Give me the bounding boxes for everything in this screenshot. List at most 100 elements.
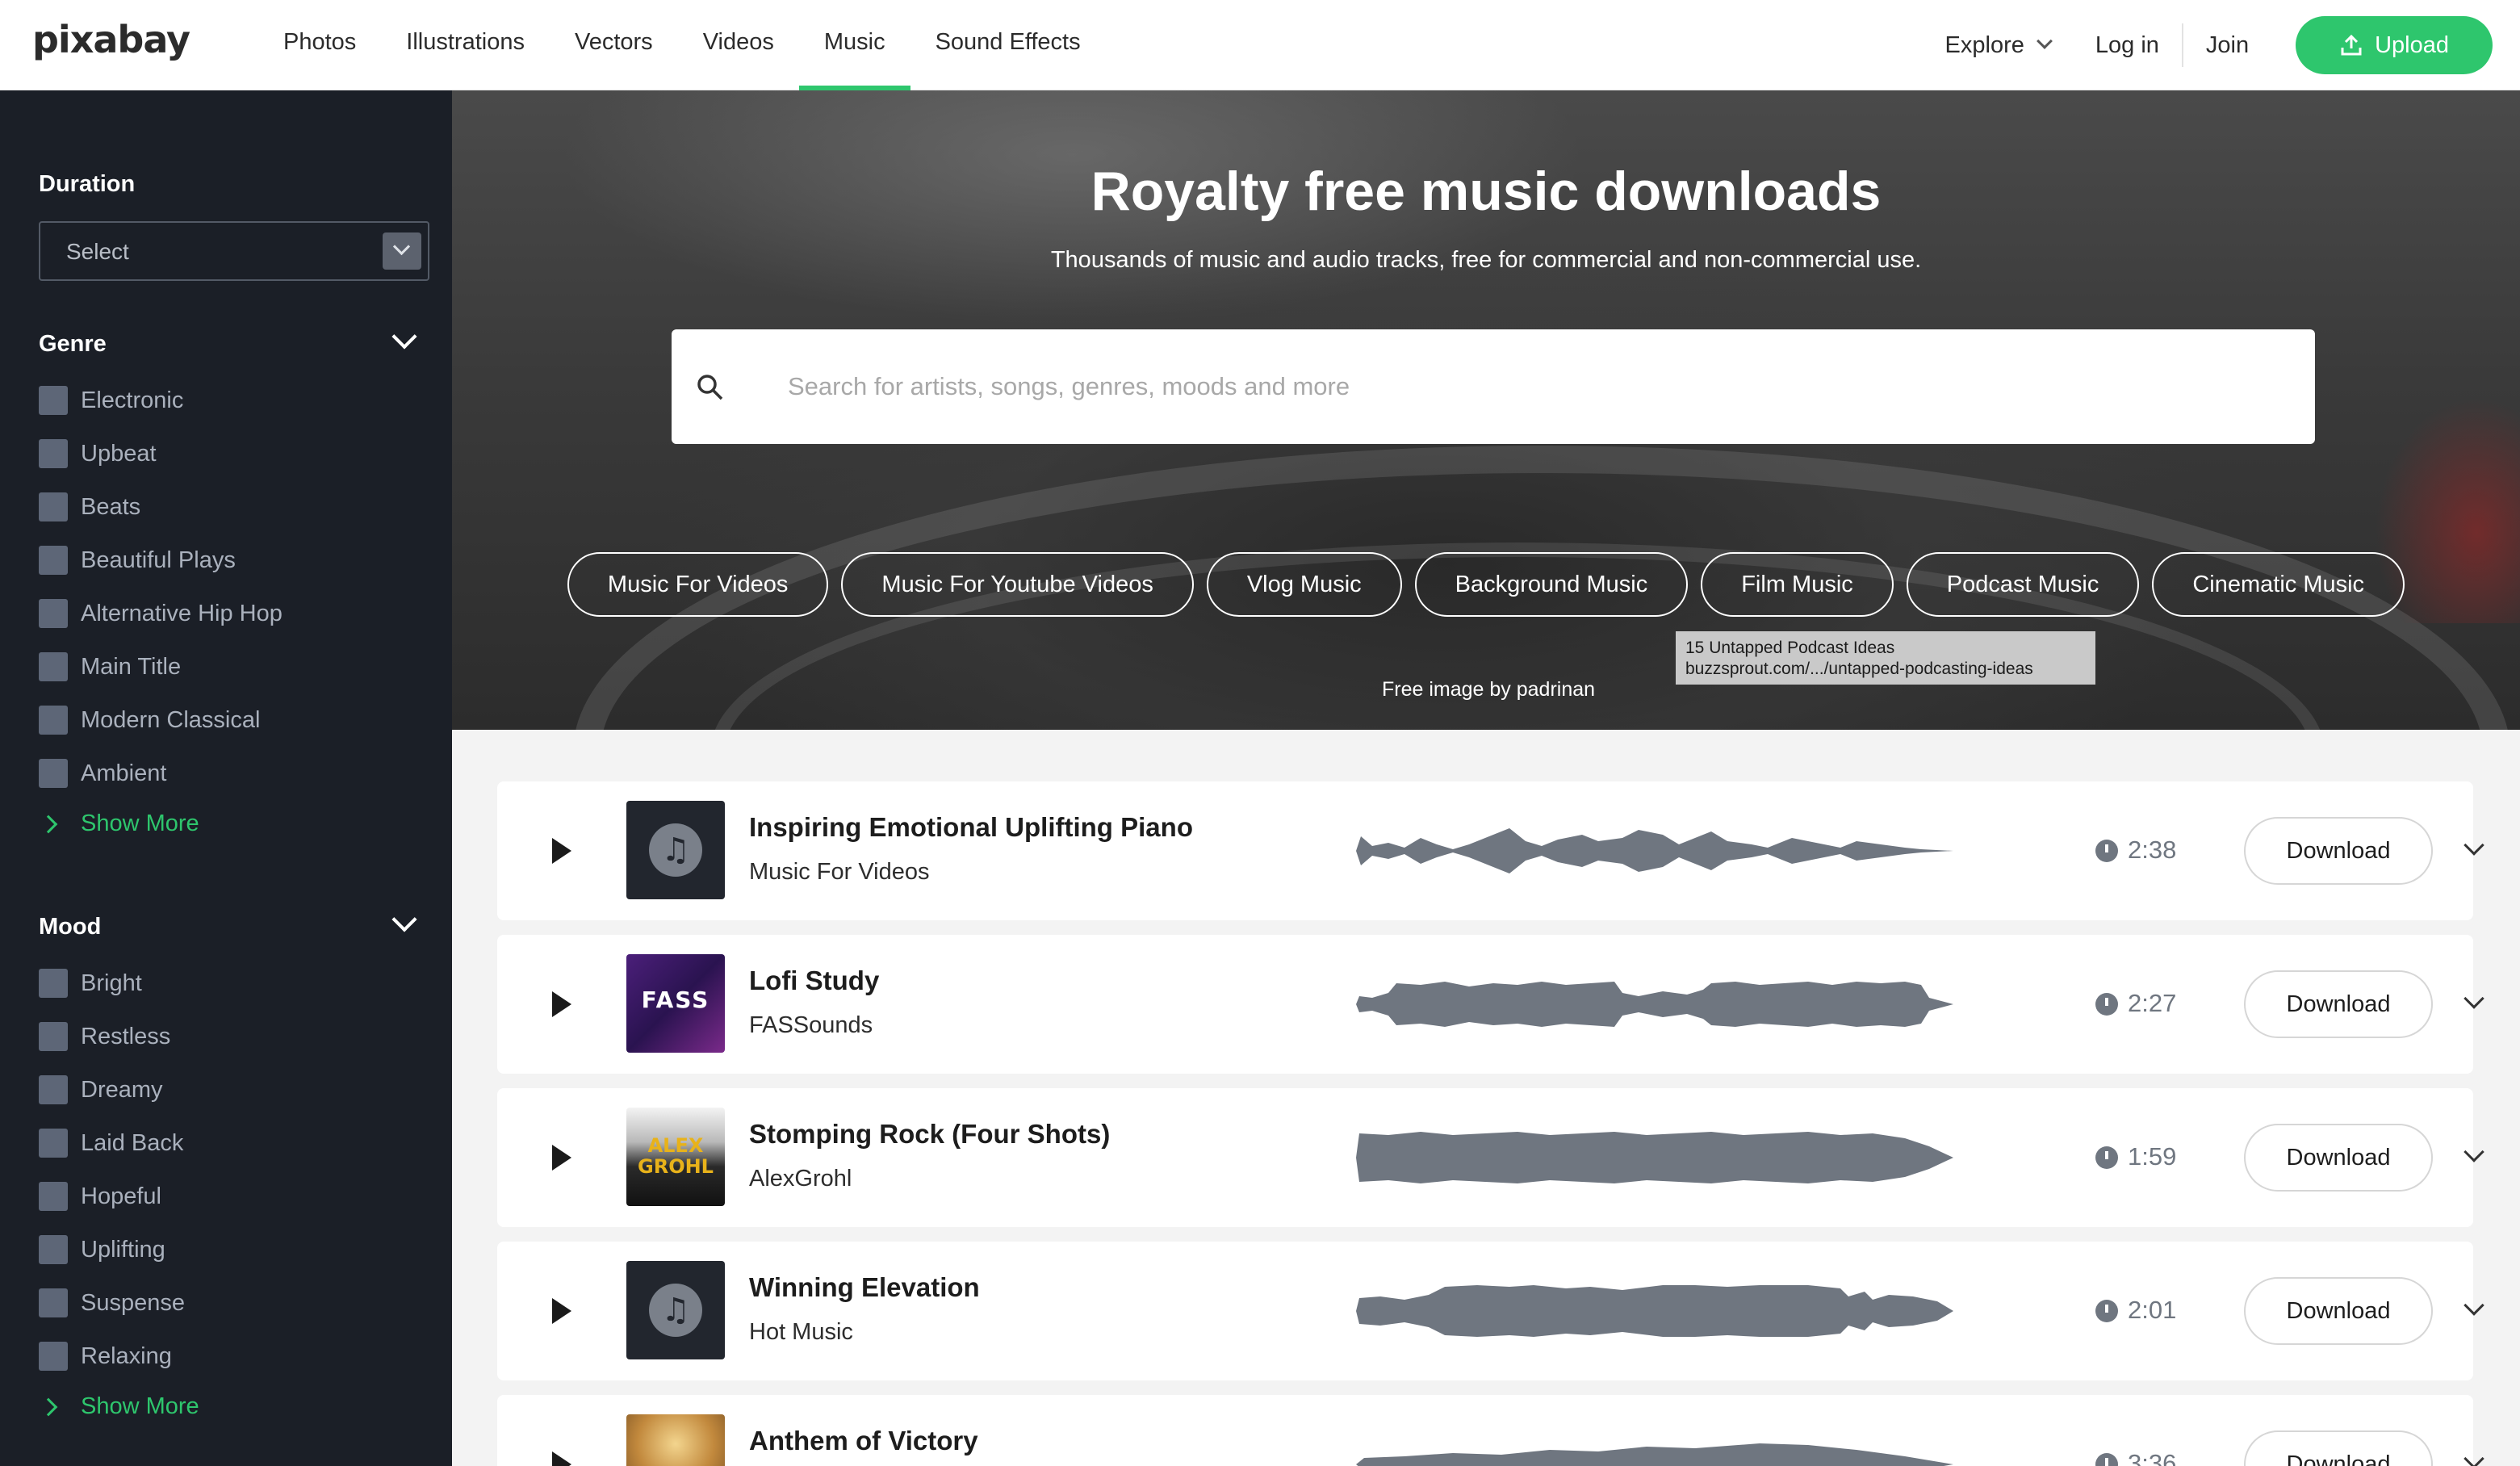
waveform[interactable] bbox=[1356, 820, 1953, 882]
checkbox[interactable] bbox=[39, 969, 68, 998]
waveform[interactable] bbox=[1356, 974, 1953, 1035]
genre-option[interactable]: Modern Classical bbox=[39, 704, 260, 736]
track-title[interactable]: Lofi Study bbox=[749, 965, 879, 996]
chevron-down-icon[interactable] bbox=[2463, 835, 2484, 856]
checkbox[interactable] bbox=[39, 1022, 68, 1051]
download-button[interactable]: Download bbox=[2244, 817, 2433, 885]
checkbox[interactable] bbox=[39, 1288, 68, 1317]
track-row: Winning Elevation Hot Music 2:01 Downloa… bbox=[497, 1242, 2484, 1380]
chip-film-music[interactable]: Film Music bbox=[1701, 552, 1894, 617]
track-thumbnail[interactable] bbox=[626, 801, 725, 899]
track-title[interactable]: Winning Elevation bbox=[749, 1272, 980, 1303]
chip-music-for-youtube-videos[interactable]: Music For Youtube Videos bbox=[841, 552, 1194, 617]
chip-cinematic-music[interactable]: Cinematic Music bbox=[2152, 552, 2405, 617]
mood-option[interactable]: Suspense bbox=[39, 1287, 185, 1319]
nav-photos[interactable]: Photos bbox=[258, 0, 381, 90]
waveform-shape bbox=[1356, 982, 1953, 1027]
genre-option[interactable]: Electronic bbox=[39, 384, 183, 417]
mood-option[interactable]: Bright bbox=[39, 967, 142, 999]
checkbox[interactable] bbox=[39, 546, 68, 575]
download-button[interactable]: Download bbox=[2244, 970, 2433, 1038]
play-icon[interactable] bbox=[552, 838, 571, 864]
mood-option[interactable]: Relaxing bbox=[39, 1340, 172, 1372]
genre-option-label: Modern Classical bbox=[81, 706, 261, 733]
mood-show-more-link[interactable]: Show More bbox=[39, 1393, 199, 1420]
nav-sound-effects[interactable]: Sound Effects bbox=[910, 0, 1106, 90]
checkbox[interactable] bbox=[39, 1075, 68, 1104]
track-title[interactable]: Anthem of Victory bbox=[749, 1426, 978, 1456]
chip-music-for-videos[interactable]: Music For Videos bbox=[567, 552, 829, 617]
checkbox[interactable] bbox=[39, 706, 68, 735]
download-button[interactable]: Download bbox=[2244, 1430, 2433, 1466]
explore-menu[interactable]: Explore bbox=[1923, 32, 2073, 59]
upload-button[interactable]: Upload bbox=[2296, 16, 2493, 74]
genre-option[interactable]: Beautiful Plays bbox=[39, 544, 236, 576]
duration-select[interactable]: Select bbox=[39, 221, 429, 281]
category-chips: Music For Videos Music For Youtube Video… bbox=[452, 552, 2520, 617]
genre-collapse-chevron-icon[interactable] bbox=[391, 324, 417, 350]
track-title[interactable]: Inspiring Emotional Uplifting Piano bbox=[749, 812, 1193, 843]
join-link[interactable]: Join bbox=[2183, 32, 2271, 59]
play-icon[interactable] bbox=[552, 1451, 571, 1466]
checkbox[interactable] bbox=[39, 492, 68, 521]
download-button[interactable]: Download bbox=[2244, 1124, 2433, 1192]
chip-vlog-music[interactable]: Vlog Music bbox=[1206, 552, 1402, 617]
nav-vectors[interactable]: Vectors bbox=[550, 0, 678, 90]
checkbox[interactable] bbox=[39, 652, 68, 681]
mood-option[interactable]: Hopeful bbox=[39, 1180, 161, 1213]
checkbox[interactable] bbox=[39, 439, 68, 468]
checkbox[interactable] bbox=[39, 599, 68, 628]
chevron-down-icon[interactable] bbox=[2463, 1448, 2484, 1466]
waveform-shape bbox=[1356, 1285, 1953, 1337]
nav-videos[interactable]: Videos bbox=[678, 0, 799, 90]
chip-podcast-music[interactable]: Podcast Music bbox=[1906, 552, 2140, 617]
genre-option[interactable]: Beats bbox=[39, 491, 140, 523]
genre-option[interactable]: Upbeat bbox=[39, 438, 157, 470]
nav-music[interactable]: Music bbox=[798, 0, 910, 90]
chevron-down-icon[interactable] bbox=[2463, 1141, 2484, 1162]
checkbox[interactable] bbox=[39, 1342, 68, 1371]
pixabay-logo[interactable]: pixabay bbox=[32, 18, 190, 61]
waveform[interactable] bbox=[1356, 1280, 1953, 1342]
mood-option[interactable]: Dreamy bbox=[39, 1074, 163, 1106]
checkbox[interactable] bbox=[39, 1182, 68, 1211]
search-icon[interactable] bbox=[696, 373, 725, 402]
checkbox[interactable] bbox=[39, 1129, 68, 1158]
search-bar[interactable] bbox=[672, 329, 2315, 444]
waveform[interactable] bbox=[1356, 1127, 1953, 1188]
duration-heading: Duration bbox=[39, 171, 136, 197]
track-artist[interactable]: FASSounds bbox=[749, 1012, 873, 1039]
checkbox[interactable] bbox=[39, 759, 68, 788]
play-icon[interactable] bbox=[552, 1298, 571, 1324]
genre-option[interactable]: Alternative Hip Hop bbox=[39, 597, 283, 630]
track-title[interactable]: Stomping Rock (Four Shots) bbox=[749, 1119, 1110, 1150]
chip-background-music[interactable]: Background Music bbox=[1414, 552, 1689, 617]
mood-collapse-chevron-icon[interactable] bbox=[391, 907, 417, 932]
genre-option[interactable]: Main Title bbox=[39, 651, 181, 683]
image-credit-link[interactable]: Free image by padrinan bbox=[1382, 678, 1595, 702]
waveform[interactable] bbox=[1356, 1434, 1953, 1466]
track-thumbnail[interactable] bbox=[626, 1414, 725, 1466]
download-button[interactable]: Download bbox=[2244, 1277, 2433, 1345]
chevron-down-icon[interactable] bbox=[2463, 1295, 2484, 1316]
chevron-down-icon[interactable] bbox=[2463, 988, 2484, 1009]
track-thumbnail[interactable] bbox=[626, 1261, 725, 1359]
track-thumbnail[interactable]: ALEX GROHL bbox=[626, 1108, 725, 1206]
genre-option[interactable]: Ambient bbox=[39, 757, 166, 790]
login-link[interactable]: Log in bbox=[2073, 32, 2182, 59]
checkbox[interactable] bbox=[39, 386, 68, 415]
play-icon[interactable] bbox=[552, 1145, 571, 1171]
play-icon[interactable] bbox=[552, 991, 571, 1017]
track-artist[interactable]: AlexGrohl bbox=[749, 1166, 852, 1192]
mood-option[interactable]: Laid Back bbox=[39, 1127, 183, 1159]
track-thumbnail[interactable]: FASS bbox=[626, 954, 725, 1053]
nav-illustrations[interactable]: Illustrations bbox=[381, 0, 550, 90]
mood-option[interactable]: Restless bbox=[39, 1020, 170, 1053]
track-artist[interactable]: Hot Music bbox=[749, 1319, 853, 1346]
checkbox[interactable] bbox=[39, 1235, 68, 1264]
mood-option-label: Suspense bbox=[81, 1289, 185, 1316]
genre-show-more-link[interactable]: Show More bbox=[39, 810, 199, 837]
mood-option[interactable]: Uplifting bbox=[39, 1234, 165, 1266]
search-input[interactable] bbox=[788, 362, 2273, 412]
track-artist[interactable]: Music For Videos bbox=[749, 859, 930, 886]
